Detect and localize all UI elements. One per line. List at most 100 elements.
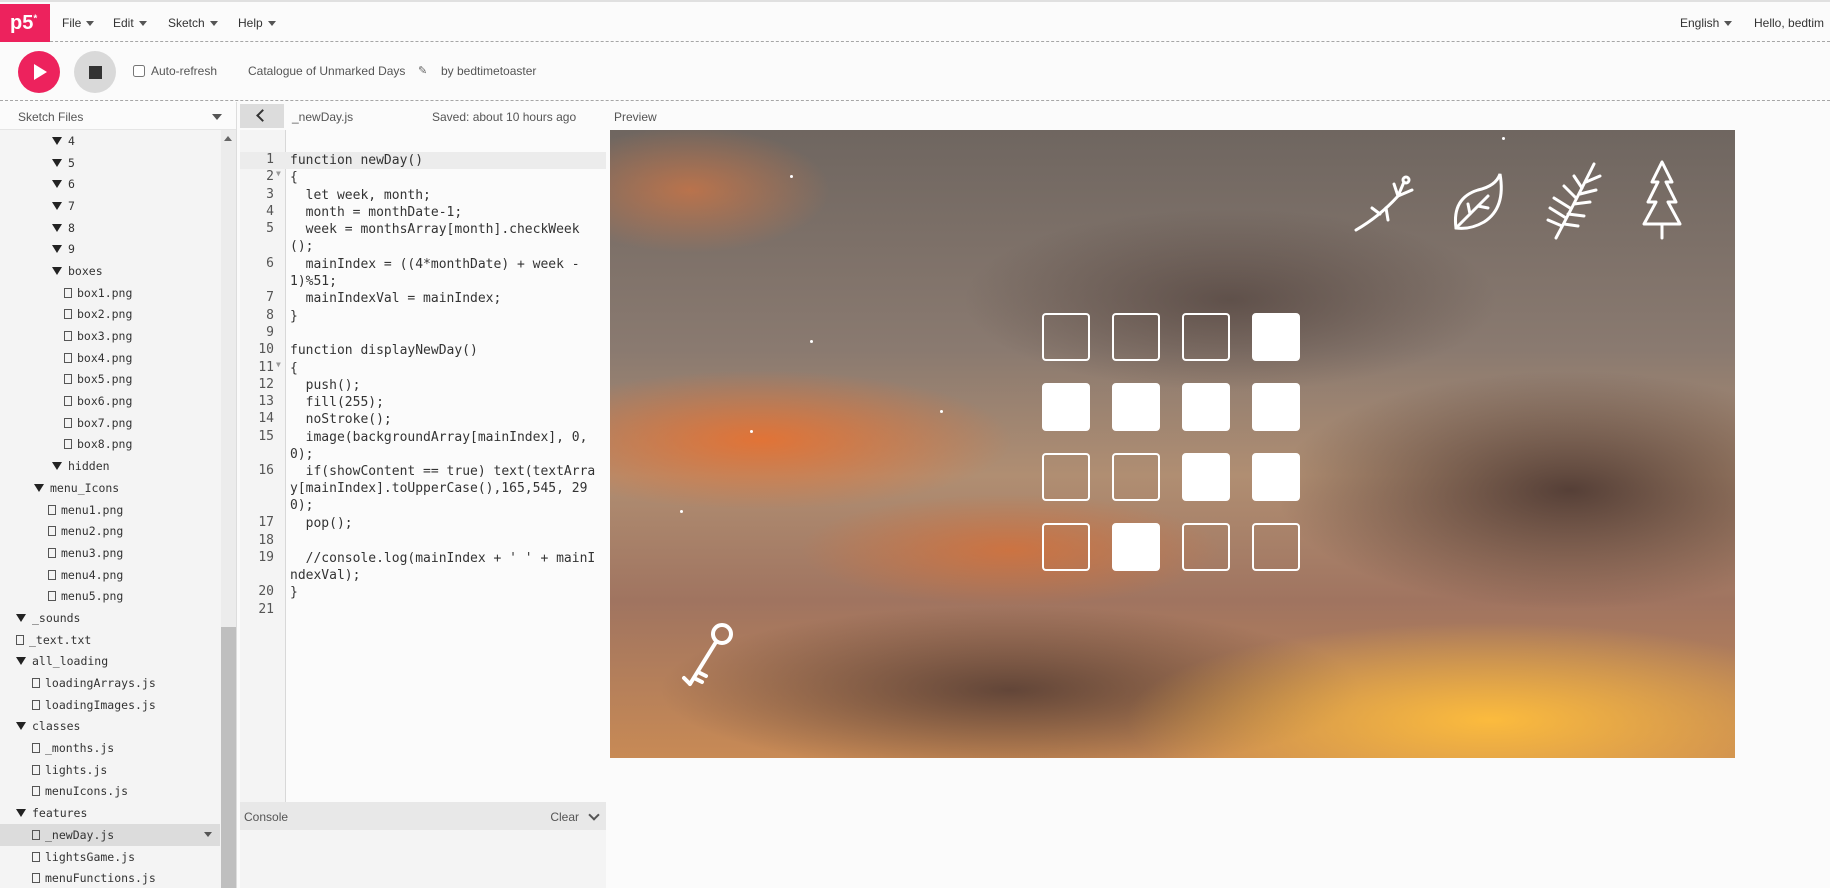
day-box-filled[interactable] xyxy=(1252,453,1300,501)
folder-item[interactable]: 4 xyxy=(0,130,220,152)
chevron-down-icon[interactable] xyxy=(212,114,222,120)
fold-icon[interactable] xyxy=(274,394,286,411)
code-line[interactable]: 3 let week, month; xyxy=(240,187,606,204)
pencil-icon[interactable]: ✎ xyxy=(418,64,427,77)
day-box-filled[interactable] xyxy=(1042,383,1090,431)
folder-item[interactable]: 6 xyxy=(0,173,220,195)
fold-icon[interactable] xyxy=(274,533,286,550)
code-line[interactable]: 19 //console.log(mainIndex + ' ' + mainI… xyxy=(240,550,606,585)
file-item[interactable]: box6.png xyxy=(0,390,220,412)
fold-icon[interactable]: ▼ xyxy=(274,360,286,377)
folder-item[interactable]: boxes xyxy=(0,260,220,282)
language-menu[interactable]: English xyxy=(1680,16,1732,30)
code-line[interactable]: 4 month = monthDate-1; xyxy=(240,204,606,221)
fold-icon[interactable] xyxy=(274,602,286,619)
file-item[interactable]: box4.png xyxy=(0,347,220,369)
day-box-empty[interactable] xyxy=(1042,453,1090,501)
fold-icon[interactable] xyxy=(274,411,286,428)
file-item[interactable]: _months.js xyxy=(0,737,220,759)
menu-sketch[interactable]: Sketch xyxy=(168,16,218,30)
day-box-filled[interactable] xyxy=(1112,383,1160,431)
fern-icon[interactable] xyxy=(1542,158,1606,242)
user-greeting[interactable]: Hello, bedtim xyxy=(1754,16,1824,30)
code-area[interactable]: 1 function newDay() 2 ▼{3 let week, month; 4… xyxy=(240,152,606,619)
sketch-preview-canvas[interactable] xyxy=(610,130,1735,758)
code-line[interactable]: 8} xyxy=(240,308,606,325)
menu-help[interactable]: Help xyxy=(238,16,276,30)
collapse-sidebar-button[interactable] xyxy=(240,104,284,128)
fold-icon[interactable] xyxy=(274,584,286,601)
file-item[interactable]: box8.png xyxy=(0,434,220,456)
day-box-empty[interactable] xyxy=(1042,523,1090,571)
file-item[interactable]: _newDay.js xyxy=(0,824,220,846)
file-item[interactable]: menu1.png xyxy=(0,499,220,521)
scroll-up-icon[interactable] xyxy=(224,136,232,141)
folder-item[interactable]: 9 xyxy=(0,238,220,260)
day-box-filled[interactable] xyxy=(1252,313,1300,361)
code-line[interactable]: 12 push(); xyxy=(240,377,606,394)
fold-icon[interactable] xyxy=(274,152,286,169)
stop-button[interactable] xyxy=(74,51,116,93)
code-line[interactable]: 9 xyxy=(240,325,606,342)
fold-icon[interactable] xyxy=(274,463,286,515)
file-item[interactable]: box2.png xyxy=(0,304,220,326)
day-box-filled[interactable] xyxy=(1182,453,1230,501)
clear-console-button[interactable]: Clear xyxy=(550,810,579,824)
folder-item[interactable]: 8 xyxy=(0,217,220,239)
sketch-name[interactable]: Catalogue of Unmarked Days xyxy=(248,64,405,78)
code-line[interactable]: 15 image(backgroundArray[mainIndex], 0,0… xyxy=(240,429,606,464)
file-item[interactable]: lightsGame.js xyxy=(0,846,220,868)
code-line[interactable]: 6 mainIndex = ((4*monthDate) + week - 1)… xyxy=(240,256,606,291)
code-line[interactable]: 13 fill(255); xyxy=(240,394,606,411)
file-item[interactable]: _text.txt xyxy=(0,629,220,651)
file-item[interactable]: menuFunctions.js xyxy=(0,867,220,888)
file-options-icon[interactable] xyxy=(204,832,212,838)
folder-item[interactable]: 7 xyxy=(0,195,220,217)
fold-icon[interactable]: ▼ xyxy=(274,169,286,186)
file-item[interactable]: box7.png xyxy=(0,412,220,434)
file-item[interactable]: menu3.png xyxy=(0,542,220,564)
code-line[interactable]: 20} xyxy=(240,584,606,601)
code-line[interactable]: 21 xyxy=(240,602,606,619)
code-line[interactable]: 14 noStroke(); xyxy=(240,411,606,428)
day-box-empty[interactable] xyxy=(1042,313,1090,361)
code-line[interactable]: 11 ▼{ xyxy=(240,360,606,377)
fold-icon[interactable] xyxy=(274,290,286,307)
day-box-empty[interactable] xyxy=(1182,523,1230,571)
pine-tree-icon[interactable] xyxy=(1640,158,1684,242)
folder-item[interactable]: classes xyxy=(0,716,220,738)
sketch-author[interactable]: by bedtimetoaster xyxy=(441,64,536,78)
fold-icon[interactable] xyxy=(274,308,286,325)
day-box-empty[interactable] xyxy=(1112,313,1160,361)
fold-icon[interactable] xyxy=(274,187,286,204)
code-line[interactable]: 17 pop(); xyxy=(240,515,606,532)
code-line[interactable]: 16 if(showContent == true) text(textArra… xyxy=(240,463,606,515)
file-item[interactable]: loadingArrays.js xyxy=(0,672,220,694)
day-box-filled[interactable] xyxy=(1182,383,1230,431)
code-line[interactable]: 5 week = monthsArray[month].checkWeek(); xyxy=(240,221,606,256)
file-item[interactable]: menu4.png xyxy=(0,564,220,586)
fold-icon[interactable] xyxy=(274,377,286,394)
auto-refresh-checkbox[interactable] xyxy=(133,65,145,77)
file-item[interactable]: box3.png xyxy=(0,325,220,347)
fold-icon[interactable] xyxy=(274,221,286,256)
sidebar-scrollbar[interactable] xyxy=(221,130,236,888)
folder-item[interactable]: all_loading xyxy=(0,651,220,673)
code-line[interactable]: 2 ▼{ xyxy=(240,169,606,186)
day-box-filled[interactable] xyxy=(1112,523,1160,571)
fold-icon[interactable] xyxy=(274,204,286,221)
p5-logo[interactable]: p5* xyxy=(0,4,50,42)
folder-item[interactable]: hidden xyxy=(0,455,220,477)
folder-item[interactable]: menu_Icons xyxy=(0,477,220,499)
scrollbar-thumb[interactable] xyxy=(221,627,236,888)
fold-icon[interactable] xyxy=(274,325,286,342)
menu-edit[interactable]: Edit xyxy=(113,16,147,30)
chevron-down-icon[interactable] xyxy=(588,809,600,821)
auto-refresh-toggle[interactable]: Auto-refresh xyxy=(133,64,217,78)
folder-item[interactable]: 5 xyxy=(0,152,220,174)
code-line[interactable]: 10 function displayNewDay() xyxy=(240,342,606,359)
code-line[interactable]: 1 function newDay() xyxy=(240,152,606,170)
day-box-filled[interactable] xyxy=(1252,383,1300,431)
code-line[interactable]: 18 xyxy=(240,533,606,550)
fold-icon[interactable] xyxy=(274,515,286,532)
